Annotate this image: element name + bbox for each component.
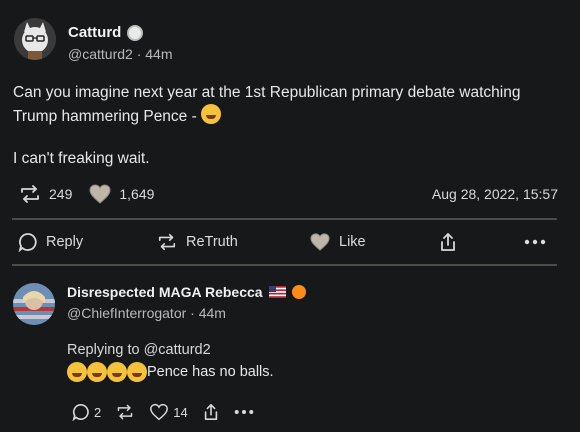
divider-top — [12, 218, 557, 220]
reply-handle-row: @ChiefInterrogator · 44m — [67, 305, 226, 321]
reply-icon — [72, 403, 89, 421]
heart-icon — [89, 184, 111, 204]
reply-reply-button[interactable]: 2 — [72, 403, 101, 421]
like-count: 1,649 — [119, 186, 155, 202]
separator-dot: · — [190, 305, 199, 321]
reply-action-bar: 2 14 — [72, 403, 254, 421]
like-button[interactable]: Like — [309, 232, 438, 252]
verified-badge-icon — [127, 24, 144, 41]
like-stat[interactable]: 1,649 — [88, 183, 154, 205]
reply-icon — [18, 233, 37, 252]
reply-time: 44m — [198, 305, 226, 321]
more-dots-icon — [524, 239, 546, 245]
separator-dot: · — [136, 46, 146, 62]
post-text-line-1: Can you imagine next year at the 1st Rep… — [13, 84, 521, 101]
retruth-button[interactable]: ReTruth — [156, 232, 309, 252]
reply-retruth-button[interactable] — [115, 403, 135, 421]
share-icon — [204, 403, 217, 421]
reply-button[interactable]: Reply — [18, 232, 156, 252]
rofl-emoji-icon — [127, 362, 147, 382]
post-text-line-2: Trump hammering Pence - — [13, 104, 563, 128]
rofl-emoji-icon — [67, 362, 87, 382]
reply-text-row: Pence has no balls. — [67, 362, 274, 382]
post-stats: 249 1,649 Aug 28, 2022, 15:57 — [18, 181, 558, 207]
more-dots-icon — [234, 410, 253, 414]
rofl-emoji-icon — [87, 362, 107, 382]
reply-like-count: 14 — [173, 404, 188, 420]
post-time: 44m — [145, 46, 173, 62]
divider-bottom — [12, 264, 557, 266]
us-flag-icon — [268, 286, 286, 298]
post-body: Can you imagine next year at the 1st Rep… — [13, 82, 563, 170]
retruth-icon — [117, 404, 133, 420]
retruth-action-icon — [158, 233, 176, 251]
reply-share-button[interactable] — [202, 403, 220, 421]
retweet-stat[interactable]: 249 — [18, 183, 72, 205]
author-handle[interactable]: @catturd2 — [68, 46, 133, 62]
author-handle-row: @catturd2 · 44m — [68, 46, 173, 62]
author-avatar[interactable] — [14, 18, 56, 60]
author-name[interactable]: Catturd — [68, 24, 121, 41]
replying-to[interactable]: Replying to @catturd2 — [67, 342, 211, 358]
retruth-icon — [21, 185, 39, 203]
author-name-row: Catturd — [68, 24, 144, 41]
like-label: Like — [339, 234, 366, 250]
post-blank-line — [13, 128, 563, 148]
reply-author-avatar[interactable] — [13, 283, 55, 325]
post-action-bar: Reply ReTruth Like — [18, 228, 558, 256]
heart-outline-icon — [150, 403, 169, 421]
retweet-count: 249 — [49, 186, 73, 202]
share-icon — [441, 233, 455, 251]
reply-text: Pence has no balls. — [147, 364, 274, 380]
reply-author-name-row: Disrespected MAGA Rebecca — [67, 284, 306, 300]
more-options-button[interactable] — [524, 239, 546, 245]
retruth-label: ReTruth — [186, 234, 238, 250]
reply-label: Reply — [46, 234, 84, 250]
post-text-line-2-text: Trump hammering Pence - — [13, 108, 202, 125]
laughing-crying-emoji-icon — [201, 104, 222, 124]
reply-reply-count: 2 — [94, 404, 102, 420]
like-heart-icon — [310, 233, 330, 251]
post-timestamp[interactable]: Aug 28, 2022, 15:57 — [432, 186, 558, 202]
reply-like-button[interactable]: 14 — [149, 403, 188, 421]
reply-author-handle[interactable]: @ChiefInterrogator — [67, 305, 186, 321]
reply-author-name[interactable]: Disrespected MAGA Rebecca — [67, 284, 263, 300]
rofl-emoji-icon — [107, 362, 127, 382]
orange-circle-icon — [291, 285, 306, 299]
share-button[interactable] — [438, 232, 524, 252]
post-text-line-3: I can't freaking wait. — [13, 150, 150, 167]
reply-more-options-button[interactable] — [234, 409, 254, 415]
